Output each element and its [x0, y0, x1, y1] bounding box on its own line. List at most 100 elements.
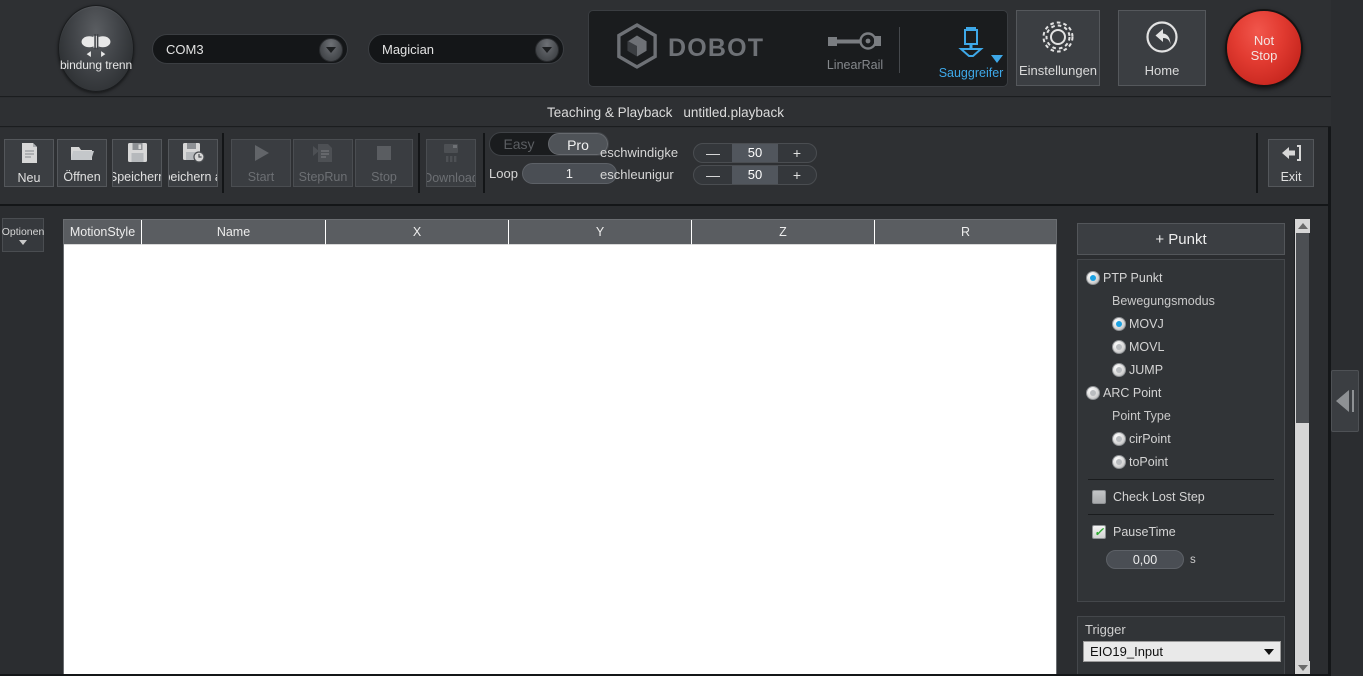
acceleration-plus-button[interactable]: + — [778, 166, 816, 184]
exit-button[interactable]: Exit — [1268, 139, 1314, 187]
download-icon — [440, 142, 462, 169]
top-toolbar: bindung trenn COM3 Magician DOBOT Linear… — [0, 0, 1331, 97]
linear-rail-icon — [826, 32, 884, 55]
radio-arc-point-icon — [1086, 385, 1100, 400]
save-as-icon — [182, 142, 205, 168]
points-table-header: MotionStyle Name X Y Z R — [64, 220, 1056, 245]
download-button[interactable]: Download — [426, 139, 476, 187]
velocity-plus-button[interactable]: + — [778, 144, 816, 162]
easy-pro-toggle[interactable]: Easy Pro — [489, 132, 609, 156]
radio-jump[interactable]: JUMP — [1112, 358, 1284, 381]
estop-label-line2: Stop — [1250, 48, 1278, 63]
add-point-button[interactable]: + Punkt — [1077, 223, 1285, 255]
open-button[interactable]: Öffnen — [57, 139, 107, 187]
settings-button[interactable]: Einstellungen — [1016, 10, 1100, 86]
tool-dropdown-caret-icon[interactable] — [991, 55, 1003, 63]
scrollbar-thumb[interactable] — [1296, 233, 1309, 423]
right-panel-scrollbar[interactable] — [1294, 219, 1310, 675]
save-as-button[interactable]: Speichern als — [168, 139, 218, 187]
robot-model-select[interactable]: Magician — [368, 34, 564, 64]
triangle-up-icon[interactable] — [1295, 219, 1310, 233]
module-title-bar: Teaching & Playback untitled.playback — [0, 98, 1331, 127]
estop-label-line1: Not — [1253, 33, 1275, 48]
trigger-box: Trigger EIO19_Input — [1077, 616, 1285, 676]
column-header-y[interactable]: Y — [509, 220, 692, 245]
emergency-stop-button[interactable]: Not Stop — [1225, 9, 1303, 87]
collapse-panel-tab[interactable] — [1331, 370, 1359, 432]
radio-arc-point[interactable]: ARC Point — [1086, 381, 1284, 404]
triangle-down-icon[interactable] — [1295, 661, 1310, 675]
velocity-label: eschwindigke — [600, 145, 679, 160]
radio-cirpoint-icon — [1112, 431, 1126, 446]
radio-movl[interactable]: MOVL — [1112, 335, 1284, 358]
acceleration-stepper[interactable]: — 50 + — [693, 165, 817, 185]
loop-label: Loop — [489, 166, 518, 181]
mode-pro-option[interactable]: Pro — [548, 133, 608, 155]
radio-movl-icon — [1112, 339, 1126, 354]
com-port-select[interactable]: COM3 — [152, 34, 348, 64]
velocity-minus-button[interactable]: — — [694, 144, 732, 162]
start-button-label: Start — [247, 169, 275, 184]
connect-disconnect-button[interactable]: bindung trenn — [58, 5, 134, 92]
radio-cirpoint[interactable]: cirPoint — [1112, 427, 1284, 450]
trigger-label: Trigger — [1085, 622, 1126, 637]
tool-linearrail[interactable]: LinearRail — [805, 31, 905, 72]
column-header-name[interactable]: Name — [142, 220, 326, 245]
checkbox-check-lost-step-icon — [1092, 490, 1106, 504]
acceleration-value[interactable]: 50 — [732, 166, 778, 184]
radio-jump-icon — [1112, 362, 1126, 377]
radio-topoint-label: toPoint — [1129, 454, 1168, 469]
column-header-motionstyle[interactable]: MotionStyle — [64, 220, 142, 245]
point-type-label: Point Type — [1112, 408, 1171, 423]
tool-sauggreifer[interactable]: Sauggreifer — [921, 25, 1021, 80]
loop-control: Loop 1 — [489, 163, 617, 184]
play-icon — [250, 143, 272, 168]
save-button[interactable]: Speichern — [112, 139, 162, 187]
radio-topoint[interactable]: toPoint — [1112, 450, 1284, 473]
chevron-down-icon[interactable] — [535, 38, 559, 62]
points-table-body[interactable] — [64, 245, 1056, 675]
topbar-right-filler — [1331, 0, 1363, 97]
exit-button-label: Exit — [1280, 169, 1302, 184]
chevron-down-icon — [19, 239, 27, 245]
radio-movj[interactable]: MOVJ — [1112, 312, 1284, 335]
radio-ptp-punkt[interactable]: PTP Punkt — [1086, 266, 1284, 289]
radio-cirpoint-label: cirPoint — [1129, 431, 1171, 446]
optionen-tab-label: Optionen — [1, 225, 45, 238]
bewegungsmodus-label: Bewegungsmodus — [1112, 293, 1215, 308]
home-button[interactable]: Home — [1118, 10, 1206, 86]
suction-cup-icon — [956, 27, 986, 63]
toolbar-divider — [418, 133, 420, 193]
checkbox-pausetime[interactable]: ✓ PauseTime — [1092, 521, 1284, 543]
column-header-z[interactable]: Z — [692, 220, 875, 245]
start-button[interactable]: Start — [231, 139, 291, 187]
new-button[interactable]: Neu — [4, 139, 54, 187]
toolbar-divider — [222, 133, 224, 193]
column-header-x[interactable]: X — [326, 220, 509, 245]
stop-button[interactable]: Stop — [355, 139, 413, 187]
velocity-stepper[interactable]: — 50 + — [693, 143, 817, 163]
radio-movl-label: MOVL — [1129, 339, 1165, 354]
save-disk-icon — [127, 142, 148, 168]
trigger-io-value: EIO19_Input — [1090, 644, 1163, 659]
trigger-io-select[interactable]: EIO19_Input — [1083, 641, 1281, 662]
chevron-down-icon[interactable] — [319, 38, 343, 62]
acceleration-minus-button[interactable]: — — [694, 166, 732, 184]
point-properties-panel: + Punkt PTP Punkt Bewegungsmodus MOVJ MO… — [1070, 212, 1292, 676]
radio-movj-icon — [1112, 316, 1126, 331]
new-file-icon — [18, 142, 40, 169]
pausetime-input[interactable]: 0,00 — [1106, 550, 1184, 569]
open-folder-icon — [70, 143, 94, 168]
checkbox-check-lost-step[interactable]: Check Lost Step — [1092, 486, 1284, 508]
mode-easy-option[interactable]: Easy — [490, 133, 548, 155]
acceleration-label: eschleunigur — [600, 167, 674, 182]
module-name: Teaching & Playback — [547, 104, 673, 120]
pausetime-unit: s — [1190, 553, 1196, 566]
optionen-tab[interactable]: Optionen — [2, 218, 44, 252]
column-header-r[interactable]: R — [875, 220, 1056, 245]
open-file-name: untitled.playback — [683, 104, 784, 120]
velocity-value[interactable]: 50 — [732, 144, 778, 162]
step-run-button[interactable]: StepRun — [293, 139, 353, 187]
open-button-label: Öffnen — [63, 169, 101, 184]
checkbox-pausetime-icon: ✓ — [1092, 525, 1106, 539]
